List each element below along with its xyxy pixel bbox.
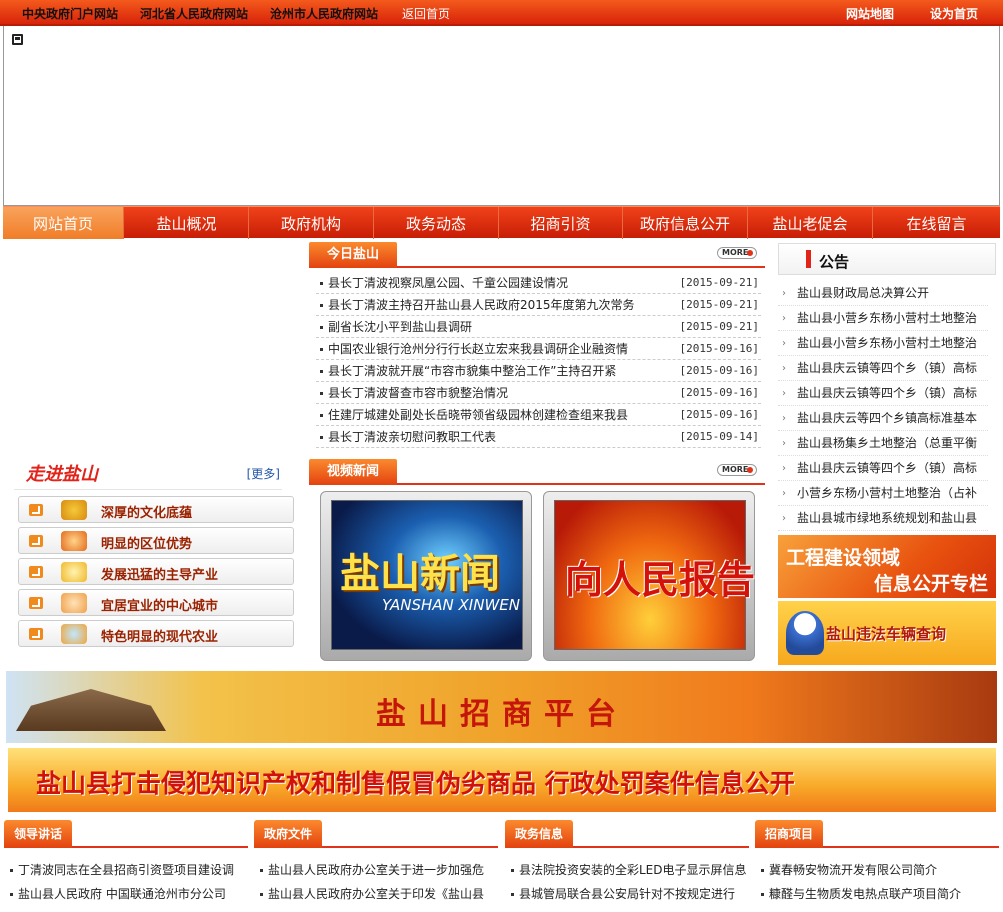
list-item[interactable]: 冀春畅安物流开发有限公司简介: [755, 858, 999, 882]
today-news-list: 县长丁清波视察凤凰公园、千童公园建设情况 [2015-09-21] 县长丁清波主持…: [316, 272, 761, 452]
notice-marker: [806, 250, 811, 268]
leader-speech-title[interactable]: 领导讲话: [4, 820, 73, 848]
notice-panel: 公告 › 盐山县财政局总决算公开 › 盐山县小营乡东杨小营村土地整治 › 盐山县小营乡…: [778, 243, 996, 531]
industry-icon: [61, 562, 87, 582]
intro-section-title: 走进盐山: [26, 464, 98, 485]
notice-item[interactable]: › 盐山县庆云等四个乡镇高标准基本: [778, 406, 988, 431]
nav-gov-agencies[interactable]: 政府机构: [249, 207, 374, 239]
nav-info-disclosure[interactable]: 政府信息公开: [623, 207, 748, 239]
intro-item-location[interactable]: 明显的区位优势: [18, 527, 294, 554]
intro-item-culture[interactable]: 深厚的文化底蕴: [18, 496, 294, 523]
investment-platform-banner[interactable]: 盐山招商平台: [6, 671, 997, 743]
arrow-icon: [29, 597, 43, 609]
video-yanshan-news[interactable]: 盐山新闻 YANSHAN XINWEN: [320, 491, 532, 661]
nav-gov-news[interactable]: 政务动态: [374, 207, 499, 239]
list-item[interactable]: 县长丁清波就开展“市容市貌集中整治工作”主持召开紧 [2015-09-16]: [316, 360, 761, 382]
link-hebei-gov[interactable]: 河北省人民政府网站: [140, 5, 248, 22]
notice-header: 公告: [778, 243, 996, 275]
nav-elderly-association[interactable]: 盐山老促会: [748, 207, 873, 239]
notice-title: 公告: [819, 253, 850, 271]
intro-section-header: 走进盐山 [更多]: [14, 456, 282, 490]
nav-investment[interactable]: 招商引资: [499, 207, 623, 239]
link-central-gov[interactable]: 中央政府门户网站: [22, 5, 118, 22]
notice-item[interactable]: › 盐山县小营乡东杨小营村土地整治: [778, 306, 988, 331]
main-nav: 网站首页 盐山概况 政府机构 政务动态 招商引资 政府信息公开 盐山老促会 在线…: [3, 206, 1000, 239]
ip-infringement-banner[interactable]: 盐山县打击侵犯知识产权和制售假冒伪劣商品 行政处罚案件信息公开: [8, 748, 996, 812]
video-title-cn: 向人民报告: [565, 558, 756, 602]
video-section-header: 视频新闻 MORE: [309, 457, 765, 485]
video-more-button[interactable]: MORE: [717, 464, 757, 476]
city-icon: [61, 593, 87, 613]
video-section-title: 视频新闻: [309, 459, 398, 485]
list-item[interactable]: 盐山县人民政府办公室关于进一步加强危: [254, 858, 498, 882]
notice-item[interactable]: › 盐山县小营乡东杨小营村土地整治: [778, 331, 988, 356]
culture-icon: [61, 500, 87, 520]
video-thumbnail: 盐山新闻 YANSHAN XINWEN: [331, 500, 523, 650]
list-item[interactable]: 县法院投资安装的全彩LED电子显示屏信息: [505, 858, 749, 882]
notice-item[interactable]: › 盐山县庆云镇等四个乡（镇）高标: [778, 381, 988, 406]
list-item[interactable]: 县长丁清波主持召开盐山县人民政府2015年度第九次常务 [2015-09-21]: [316, 294, 761, 316]
link-back-home[interactable]: 返回首页: [402, 5, 450, 22]
investment-projects-title[interactable]: 招商项目: [755, 820, 824, 848]
list-item[interactable]: 县城管局联合县公安局针对不按规定进行: [505, 882, 749, 906]
list-item[interactable]: 丁清波同志在全县招商引资暨项目建设调: [4, 858, 248, 882]
intro-item-city[interactable]: 宜居宜业的中心城市: [18, 589, 294, 616]
building-image: [16, 689, 166, 731]
video-title-cn: 盐山新闻: [340, 551, 500, 597]
top-link-bar: 中央政府门户网站 河北省人民政府网站 沧州市人民政府网站 返回首页 网站地图 设…: [0, 0, 1003, 26]
broken-image-icon: [12, 34, 23, 45]
notice-item[interactable]: › 小营乡东杨小营村土地整治（占补: [778, 481, 988, 506]
list-item[interactable]: 中国农业银行沧州分行行长赵立宏来我县调研企业融资情 [2015-09-16]: [316, 338, 761, 360]
agriculture-icon: [61, 624, 87, 644]
video-title-en: YANSHAN XINWEN: [382, 596, 520, 614]
link-set-homepage[interactable]: 设为首页: [930, 5, 978, 22]
list-item[interactable]: 糠醛与生物质发电热点联产项目简介: [755, 882, 999, 906]
video-thumbnail: 向人民报告: [554, 500, 755, 650]
location-icon: [61, 531, 87, 551]
notice-item[interactable]: › 盐山县庆云镇等四个乡（镇）高标: [778, 356, 988, 381]
arrow-icon: [29, 566, 43, 578]
gov-documents-title[interactable]: 政府文件: [254, 820, 323, 848]
list-item[interactable]: 县长丁清波督查市容市貌整治情况 [2015-09-16]: [316, 382, 761, 404]
today-more-button[interactable]: MORE: [717, 247, 757, 259]
notice-item[interactable]: › 盐山县财政局总决算公开: [778, 281, 988, 306]
link-cangzhou-gov[interactable]: 沧州市人民政府网站: [270, 5, 378, 22]
header-banner-area: [3, 26, 1000, 206]
notice-item[interactable]: › 盐山县城市绿地系统规划和盐山县: [778, 506, 988, 531]
video-report-to-people[interactable]: 向人民报告: [543, 491, 755, 661]
today-section-title: 今日盐山: [309, 242, 398, 268]
nav-online-message[interactable]: 在线留言: [873, 207, 1000, 239]
nav-home[interactable]: 网站首页: [3, 207, 124, 239]
intro-more-link[interactable]: [更多]: [247, 465, 280, 482]
list-item[interactable]: 盐山县人民政府 中国联通沧州市分公司: [4, 882, 248, 906]
arrow-icon: [29, 504, 43, 516]
link-sitemap[interactable]: 网站地图: [846, 5, 894, 22]
list-item[interactable]: 县长丁清波亲切慰问教职工代表 [2015-09-14]: [316, 426, 761, 448]
list-item[interactable]: 县长丁清波视察凤凰公园、千童公园建设情况 [2015-09-21]: [316, 272, 761, 294]
vehicle-violation-banner[interactable]: 盐山违法车辆查询: [778, 601, 996, 665]
list-item[interactable]: 住建厅城建处副处长岳晓带领省级园林创建检查组来我县 [2015-09-16]: [316, 404, 761, 426]
intro-item-agriculture[interactable]: 特色明显的现代农业: [18, 620, 294, 647]
arrow-icon: [29, 535, 43, 547]
construction-info-banner[interactable]: 工程建设领域 信息公开专栏: [778, 535, 996, 598]
notice-item[interactable]: › 盐山县庆云镇等四个乡（镇）高标: [778, 456, 988, 481]
intro-item-industry[interactable]: 发展迅猛的主导产业: [18, 558, 294, 585]
list-item[interactable]: 盐山县人民政府办公室关于印发《盐山县: [254, 882, 498, 906]
today-section-header: 今日盐山 MORE: [309, 240, 765, 268]
gov-info-title[interactable]: 政务信息: [505, 820, 574, 848]
notice-item[interactable]: › 盐山县杨集乡土地整治（总重平衡: [778, 431, 988, 456]
nav-overview[interactable]: 盐山概况: [125, 207, 249, 239]
police-mascot-icon: [786, 611, 824, 655]
list-item[interactable]: 副省长沈小平到盐山县调研 [2015-09-21]: [316, 316, 761, 338]
arrow-icon: [29, 628, 43, 640]
